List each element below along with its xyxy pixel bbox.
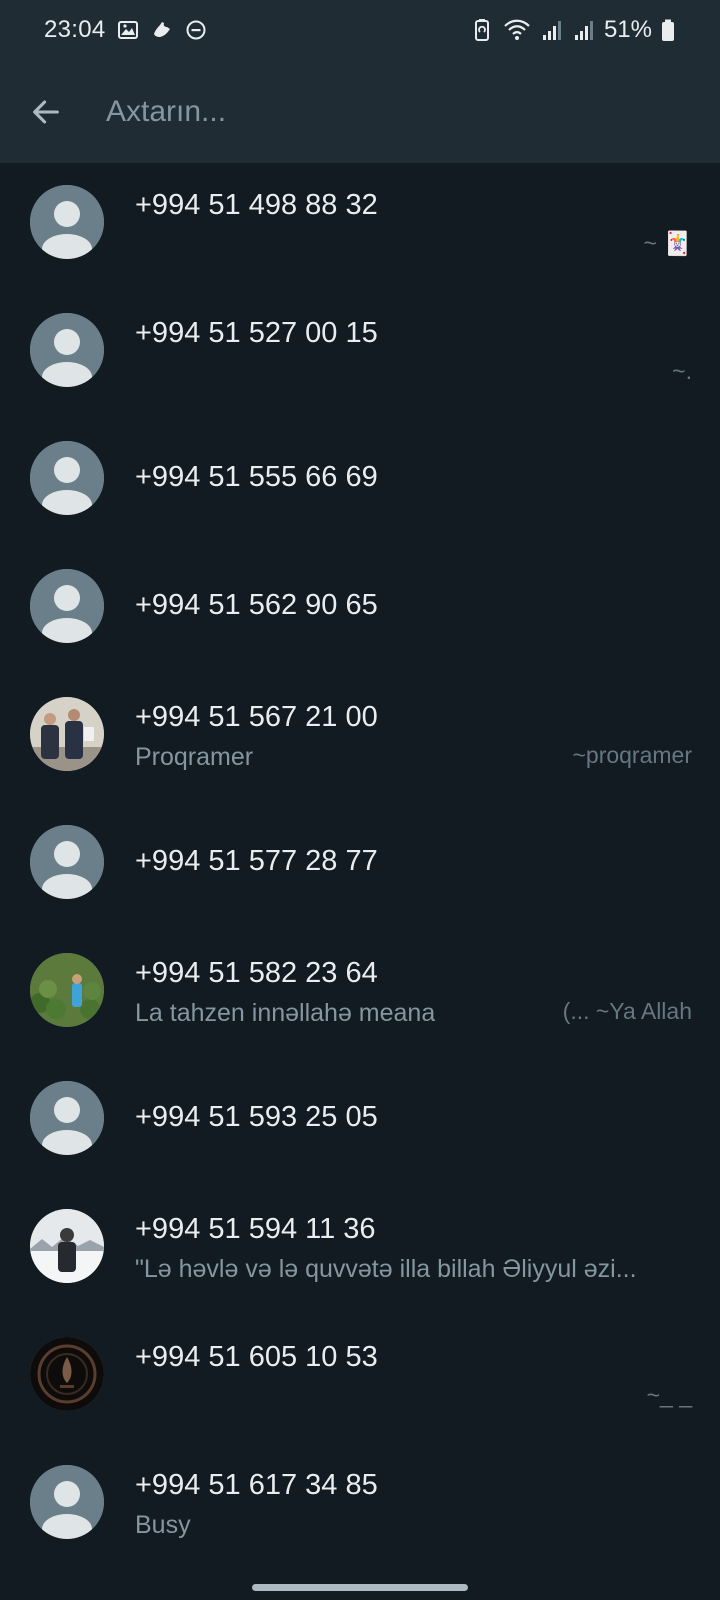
contact-row[interactable]: +994 51 527 00 15 ~.: [0, 291, 720, 419]
contact-number: +994 51 593 25 05: [135, 1101, 378, 1133]
status-bar-left: 23:04: [44, 16, 208, 44]
profile-photo: [30, 697, 104, 771]
contact-pushname: ~proqramer: [572, 742, 692, 768]
home-indicator[interactable]: [252, 1584, 468, 1591]
status-bar: 23:04 51%: [0, 0, 720, 60]
avatar: [30, 569, 104, 643]
avatar: [30, 1081, 104, 1155]
contact-row[interactable]: +994 51 593 25 05: [0, 1059, 720, 1187]
wifi-icon: [504, 19, 530, 40]
default-avatar-icon: [30, 185, 104, 259]
battery-percent: 51%: [603, 16, 652, 43]
contact-status: La tahzen innəllahə meana: [135, 999, 436, 1027]
default-avatar-icon: [30, 1465, 104, 1539]
contact-row[interactable]: +994 51 605 10 53 ~_ _: [0, 1315, 720, 1443]
contact-row[interactable]: +994 51 582 23 64 La tahzen innəllahə me…: [0, 931, 720, 1059]
contact-pushname: ~ 🃏: [643, 230, 692, 256]
contact-pushname: ~.: [672, 358, 692, 384]
contact-status: Busy: [135, 1511, 191, 1539]
profile-photo: [30, 953, 104, 1027]
contact-pushname: ~_ _: [646, 1382, 692, 1408]
avatar: [30, 697, 104, 771]
contact-number: +994 51 562 90 65: [135, 589, 378, 621]
contact-number: +994 51 617 34 85: [135, 1469, 378, 1501]
battery-saver-icon: [474, 19, 489, 41]
search-header: [0, 60, 720, 163]
contact-row[interactable]: +994 51 498 88 32 ~ 🃏: [0, 163, 720, 291]
profile-photo: [30, 1209, 104, 1283]
default-avatar-icon: [30, 569, 104, 643]
default-avatar-icon: [30, 825, 104, 899]
contact-status: "Lə həvlə və lə quvvətə illa billah Əliy…: [135, 1255, 637, 1283]
contact-status: Proqramer: [135, 743, 254, 771]
battery-icon: [662, 19, 674, 41]
contact-number: +994 51 555 66 69: [135, 461, 378, 493]
signal-icon: [542, 21, 561, 40]
contact-number: +994 51 594 11 36: [135, 1213, 376, 1245]
avatar: [30, 185, 104, 259]
signal-icon: [574, 21, 593, 40]
gallery-icon: [117, 21, 138, 39]
avatar: [30, 1465, 104, 1539]
contact-row[interactable]: +994 51 555 66 69: [0, 419, 720, 547]
do-not-disturb-icon: [186, 20, 206, 40]
contact-number: +994 51 605 10 53: [135, 1341, 378, 1373]
default-avatar-icon: [30, 441, 104, 515]
search-input[interactable]: [106, 94, 666, 129]
default-avatar-icon: [30, 313, 104, 387]
contact-pushname: (... ~Ya Allah: [562, 998, 692, 1024]
contact-row[interactable]: +994 51 567 21 00 Proqramer ~proqramer: [0, 675, 720, 803]
hand-wave-icon: [153, 22, 170, 37]
contact-row[interactable]: +994 51 577 28 77: [0, 803, 720, 931]
avatar: [30, 1337, 104, 1411]
avatar: [30, 953, 104, 1027]
profile-photo: [30, 1337, 104, 1411]
status-bar-right: 51%: [470, 16, 676, 44]
contact-list: +994 51 498 88 32 ~ 🃏 +994 51 527 00 15 …: [0, 163, 720, 1571]
arrow-left-icon: [33, 100, 59, 123]
contact-number: +994 51 577 28 77: [135, 845, 378, 877]
avatar: [30, 825, 104, 899]
back-button[interactable]: [24, 90, 68, 134]
contact-row[interactable]: +994 51 594 11 36 "Lə həvlə və lə quvvət…: [0, 1187, 720, 1315]
avatar: [30, 313, 104, 387]
contact-number: +994 51 582 23 64: [135, 957, 378, 989]
contact-row[interactable]: +994 51 617 34 85 Busy: [0, 1443, 720, 1571]
status-time: 23:04: [44, 16, 106, 43]
default-avatar-icon: [30, 1081, 104, 1155]
contact-number: +994 51 498 88 32: [135, 189, 378, 221]
contact-number: +994 51 527 00 15: [135, 317, 378, 349]
avatar: [30, 441, 104, 515]
contact-row[interactable]: +994 51 562 90 65: [0, 547, 720, 675]
contact-number: +994 51 567 21 00: [135, 701, 378, 733]
avatar: [30, 1209, 104, 1283]
